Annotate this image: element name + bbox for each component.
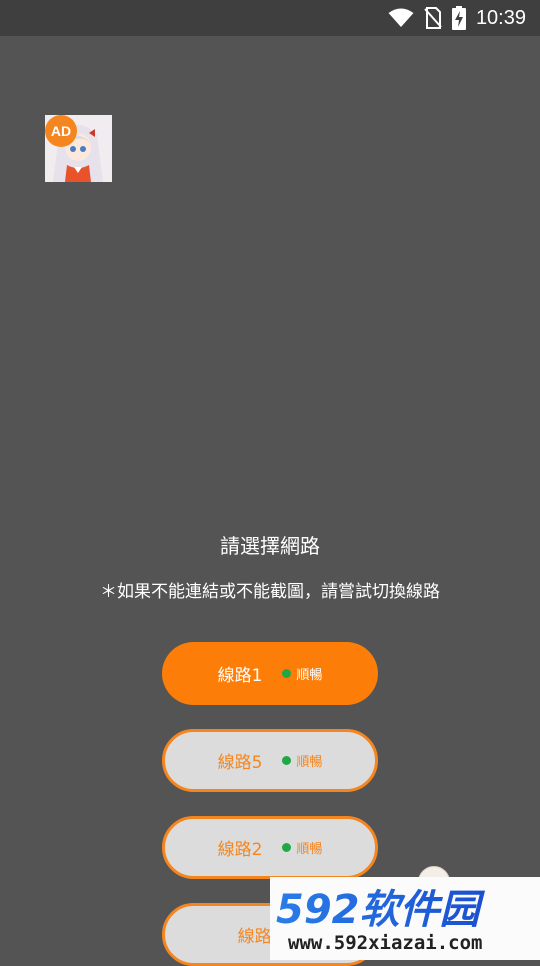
route-hint: ＊如果不能連結或不能截圖，請嘗試切換線路	[100, 582, 440, 602]
no-sim-icon	[424, 7, 442, 29]
status-dot-icon	[282, 669, 292, 678]
status-bar: 10:39	[0, 0, 540, 36]
route-button-5[interactable]: 線路5 順暢	[162, 729, 378, 792]
watermark-logo: 592软件园 www.592xiazai.com	[270, 877, 540, 960]
watermark-592-logo: 592软件园 www.592xiazai.com	[276, 887, 485, 954]
ad-badge: AD	[45, 115, 77, 147]
route-label: 線路1	[217, 666, 263, 686]
page-title: 請選擇網路	[220, 534, 320, 558]
watermark-brand: 592软件园	[276, 887, 485, 933]
route-status: 順暢	[296, 842, 323, 857]
status-dot-icon	[282, 756, 292, 765]
status-dot-icon	[282, 843, 292, 852]
route-label: 線路2	[217, 840, 263, 860]
route-status: 順暢	[296, 755, 323, 770]
battery-charging-icon	[451, 6, 466, 30]
clock: 10:39	[475, 6, 526, 29]
wifi-icon	[388, 8, 414, 27]
route-button-2[interactable]: 線路2 順暢	[162, 816, 378, 879]
route-status: 順暢	[296, 668, 323, 683]
watermark-url: www.592xiazai.com	[288, 932, 482, 954]
route-button-1[interactable]: 線路1 順暢	[162, 642, 378, 705]
route-label: 線路5	[217, 753, 263, 773]
